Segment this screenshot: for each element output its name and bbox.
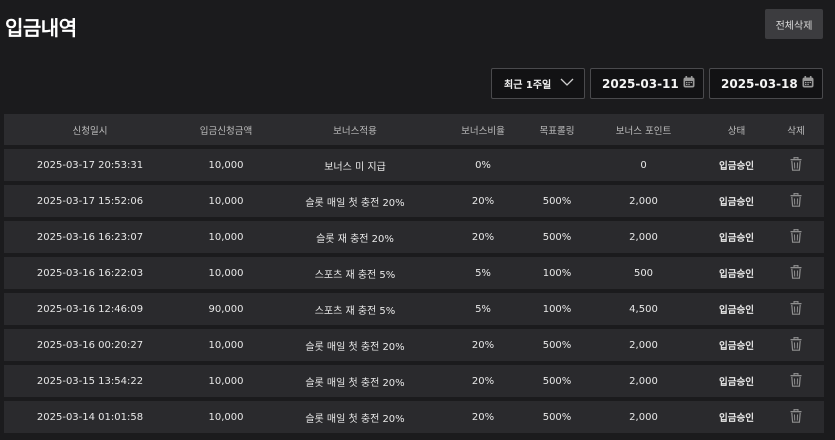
chevron-down-icon [560, 78, 574, 89]
row-datetime: 2025-03-16 16:22:03 [36, 267, 144, 279]
row-ratio: 5% [475, 267, 491, 279]
row-status: 입금승인 [719, 197, 754, 208]
row-bonus: 슬롯 매일 첫 충전 20% [305, 197, 405, 209]
row-ratio: 20% [471, 375, 495, 387]
row-amount: 10,000 [208, 159, 244, 171]
row-datetime: 2025-03-17 20:53:31 [36, 159, 144, 171]
trash-icon[interactable] [790, 336, 802, 354]
calendar-icon[interactable] [802, 76, 814, 91]
row-ratio: 0% [475, 159, 491, 171]
row-status: 입금승인 [719, 305, 754, 316]
table-row: 2025-03-17 20:53:31 10,000 보너스 미 지급 0% 0… [4, 149, 824, 181]
row-datetime: 2025-03-17 15:52:06 [36, 195, 144, 207]
trash-icon[interactable] [790, 228, 802, 246]
row-status: 입금승인 [719, 341, 754, 352]
row-amount: 10,000 [208, 339, 244, 351]
row-rolling: 500% [542, 411, 572, 423]
table-row: 2025-03-15 13:54:22 10,000 슬롯 매일 첫 충전 20… [4, 365, 824, 397]
column-header: 상태 [727, 125, 746, 137]
delete-all-button[interactable]: 전체삭제 [765, 9, 823, 39]
period-select[interactable]: 최근 1주일 [491, 68, 585, 99]
row-points: 2,000 [629, 411, 658, 423]
row-amount: 10,000 [208, 411, 244, 423]
page-title: 입금내역 [5, 16, 77, 40]
trash-icon[interactable] [790, 264, 802, 282]
row-datetime: 2025-03-14 01:01:58 [36, 411, 144, 423]
row-ratio: 5% [475, 303, 491, 315]
row-ratio: 20% [471, 411, 495, 423]
row-datetime: 2025-03-16 00:20:27 [36, 339, 144, 351]
row-status: 입금승인 [719, 377, 754, 388]
row-bonus: 슬롯 매일 첫 충전 20% [305, 377, 405, 389]
deposit-history-table: 신청일시 입금신청금액 보너스적용 보너스비율 목표롤링 보너스 포인트 상태 … [4, 114, 824, 433]
trash-icon[interactable] [790, 372, 802, 390]
row-points: 0 [640, 159, 647, 171]
row-points: 4,500 [629, 303, 658, 315]
row-status: 입금승인 [719, 413, 754, 424]
column-header: 목표롤링 [539, 125, 575, 137]
table-row: 2025-03-16 00:20:27 10,000 슬롯 매일 첫 충전 20… [4, 329, 824, 361]
trash-icon[interactable] [790, 300, 802, 318]
row-status: 입금승인 [719, 233, 754, 244]
trash-icon[interactable] [790, 192, 802, 210]
row-ratio: 20% [471, 339, 495, 351]
start-date-value: 2025-03-11 [602, 76, 679, 91]
row-datetime: 2025-03-16 12:46:09 [36, 303, 144, 315]
row-bonus: 보너스 미 지급 [324, 161, 386, 173]
row-rolling: 100% [542, 303, 572, 315]
table-row: 2025-03-16 12:46:09 90,000 스포츠 재 충전 5% 5… [4, 293, 824, 325]
row-points: 2,000 [629, 375, 658, 387]
row-bonus: 스포츠 재 충전 5% [314, 305, 396, 317]
row-datetime: 2025-03-15 13:54:22 [36, 375, 144, 387]
row-rolling: 500% [542, 375, 572, 387]
row-rolling: 500% [542, 339, 572, 351]
row-ratio: 20% [471, 231, 495, 243]
column-header: 보너스적용 [333, 125, 377, 137]
trash-icon[interactable] [790, 408, 802, 426]
column-header: 신청일시 [72, 125, 108, 137]
column-header: 삭제 [787, 125, 805, 137]
filter-bar: 최근 1주일 2025-03-11 2025-03-18 [491, 68, 823, 99]
row-datetime: 2025-03-16 16:23:07 [36, 231, 144, 243]
row-points: 500 [633, 267, 654, 279]
row-amount: 90,000 [208, 303, 244, 315]
row-points: 2,000 [629, 195, 658, 207]
row-status: 입금승인 [719, 269, 754, 280]
table-header: 신청일시 입금신청금액 보너스적용 보너스비율 목표롤링 보너스 포인트 상태 … [4, 114, 824, 145]
column-header: 보너스비율 [461, 125, 505, 137]
period-select-label: 최근 1주일 [504, 80, 552, 91]
calendar-icon[interactable] [683, 76, 695, 91]
trash-icon[interactable] [790, 156, 802, 174]
end-date-field[interactable]: 2025-03-18 [709, 68, 823, 99]
table-row: 2025-03-16 16:23:07 10,000 슬롯 재 충전 20% 2… [4, 221, 824, 253]
table-row: 2025-03-14 01:01:58 10,000 슬롯 매일 첫 충전 20… [4, 401, 824, 433]
row-rolling: 500% [542, 231, 572, 243]
end-date-value: 2025-03-18 [721, 76, 798, 91]
column-header: 입금신청금액 [199, 125, 253, 137]
row-amount: 10,000 [208, 195, 244, 207]
row-amount: 10,000 [208, 231, 244, 243]
column-header: 보너스 포인트 [615, 125, 672, 137]
row-points: 2,000 [629, 339, 658, 351]
row-points: 2,000 [629, 231, 658, 243]
row-bonus: 슬롯 매일 첫 충전 20% [305, 341, 405, 353]
row-amount: 10,000 [208, 375, 244, 387]
row-status: 입금승인 [719, 161, 754, 172]
row-rolling: 500% [542, 195, 572, 207]
table-row: 2025-03-17 15:52:06 10,000 슬롯 매일 첫 충전 20… [4, 185, 824, 217]
row-rolling: 100% [542, 267, 572, 279]
row-bonus: 스포츠 재 충전 5% [314, 269, 396, 281]
row-bonus: 슬롯 매일 첫 충전 20% [305, 413, 405, 425]
table-row: 2025-03-16 16:22:03 10,000 스포츠 재 충전 5% 5… [4, 257, 824, 289]
row-bonus: 슬롯 재 충전 20% [316, 233, 394, 245]
row-amount: 10,000 [208, 267, 244, 279]
row-ratio: 20% [471, 195, 495, 207]
start-date-field[interactable]: 2025-03-11 [590, 68, 704, 99]
